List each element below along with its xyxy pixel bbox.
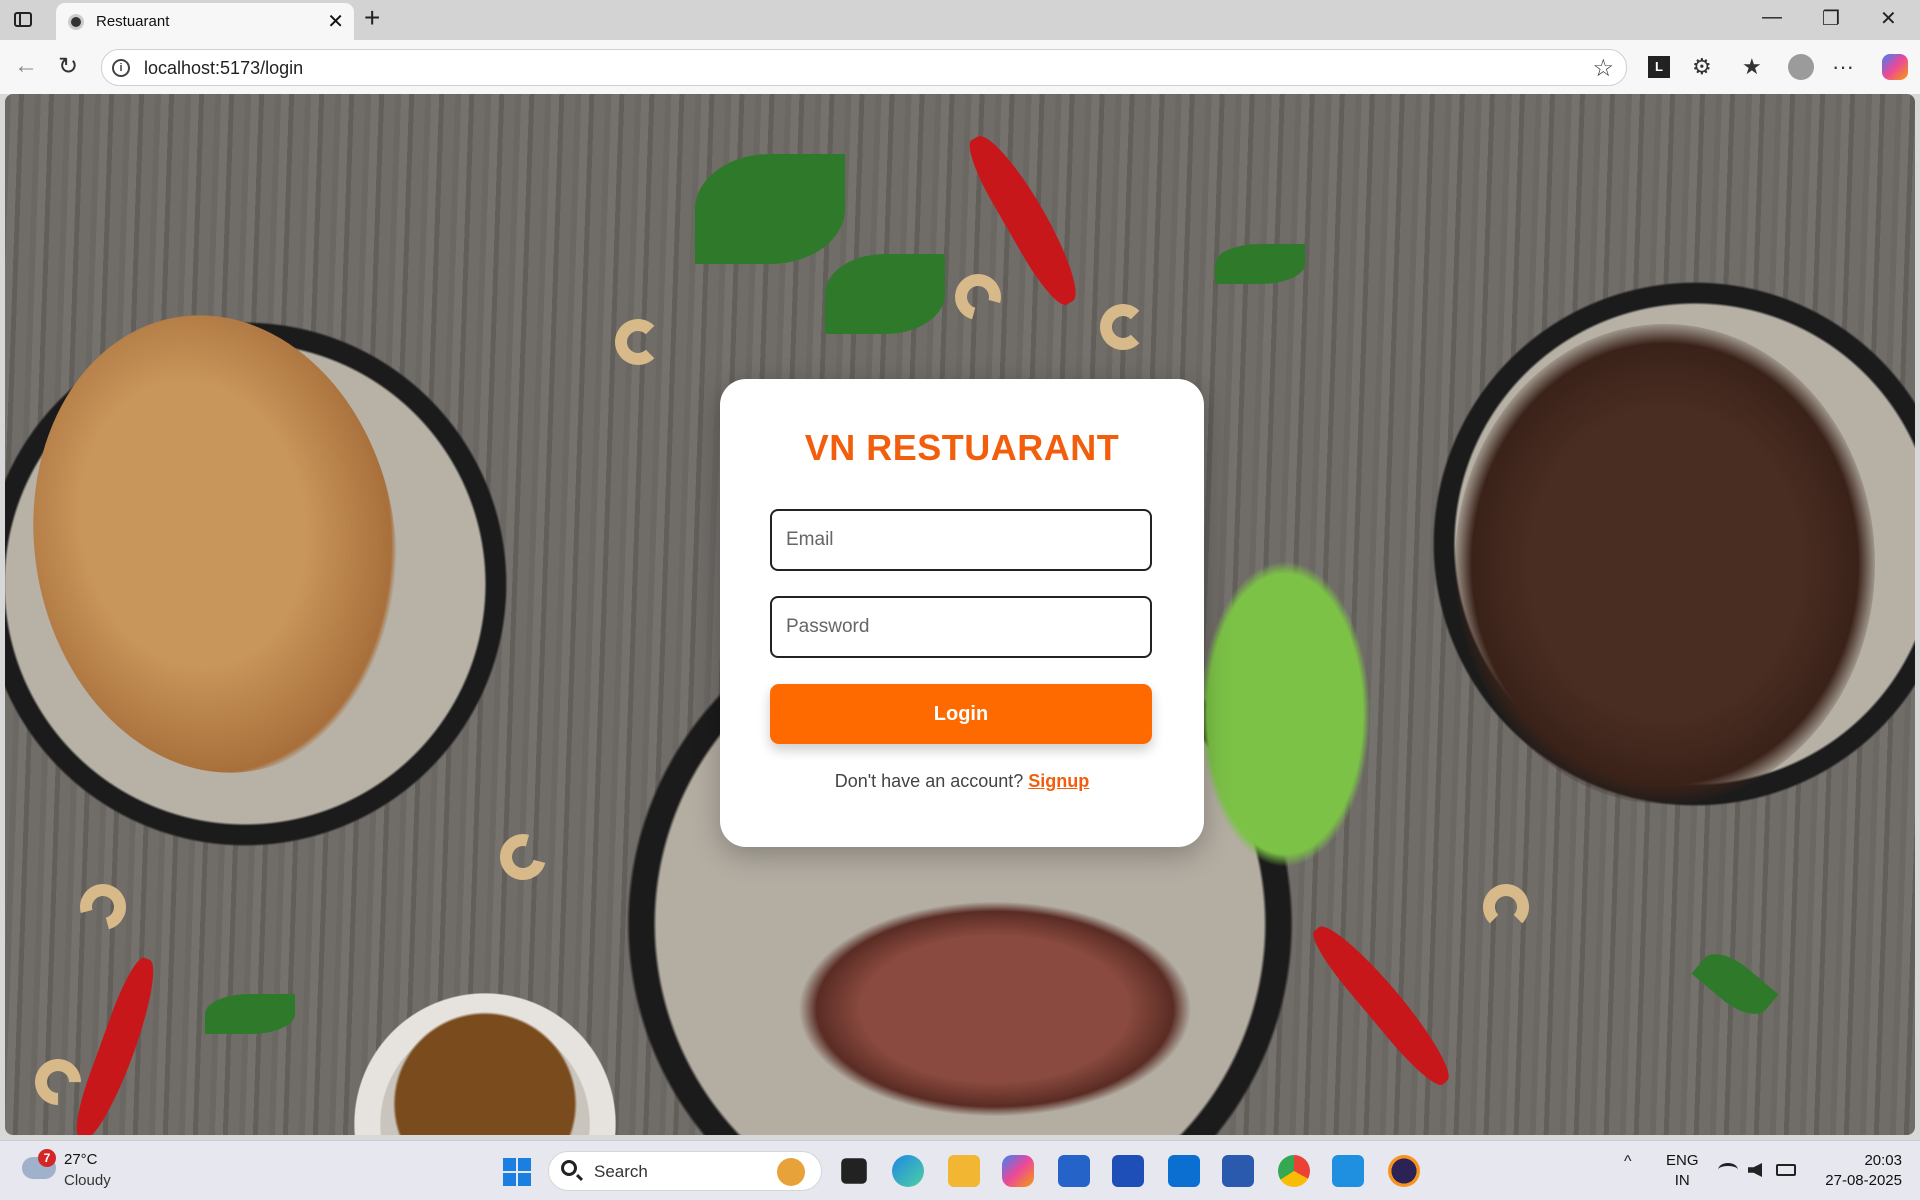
- cashew-nut: [71, 875, 135, 939]
- taskbar: 7 27°C Cloudy Search ^ ENG IN 20:03 27-0…: [0, 1140, 1920, 1200]
- grilled-beef-dish: [1455, 324, 1875, 804]
- favorite-star-icon[interactable]: ☆: [1592, 54, 1614, 83]
- search-label: Search: [594, 1162, 648, 1181]
- address-bar[interactable]: i localhost:5173/login ☆: [101, 49, 1627, 86]
- new-tab-button[interactable]: +: [364, 2, 380, 34]
- back-icon[interactable]: ←: [14, 52, 38, 80]
- volume-icon[interactable]: [1748, 1163, 1762, 1177]
- signup-prompt-text: Don't have an account?: [834, 771, 1024, 791]
- tab-restaurant[interactable]: Restuarant ✕: [56, 3, 354, 40]
- copilot-icon[interactable]: [1882, 54, 1908, 80]
- red-chili: [1304, 915, 1462, 1093]
- file-explorer-icon[interactable]: [948, 1155, 980, 1187]
- restaurant-title: VN RESTUARANT: [804, 427, 1120, 468]
- wifi-icon[interactable]: [1718, 1163, 1738, 1177]
- search-icon: [561, 1160, 577, 1176]
- taskbar-search[interactable]: Search: [548, 1151, 822, 1191]
- outlook-icon[interactable]: [1168, 1155, 1200, 1187]
- fried-chicken-dish: [5, 286, 433, 802]
- eclipse-icon[interactable]: [1388, 1155, 1420, 1187]
- extensions-icon[interactable]: ⚙: [1692, 54, 1712, 80]
- cashew-nut: [946, 265, 1010, 329]
- site-info-icon[interactable]: i: [112, 59, 130, 77]
- tab-close-icon[interactable]: ✕: [327, 9, 344, 34]
- herb-leaves: [205, 994, 295, 1034]
- edge-icon[interactable]: [892, 1155, 924, 1187]
- microsoft-store-icon[interactable]: [1058, 1155, 1090, 1187]
- cashew-nut: [1483, 884, 1529, 930]
- windows-start-icon[interactable]: [503, 1158, 531, 1186]
- language-region: IN: [1674, 1172, 1690, 1189]
- sliced-steak-dish: [785, 894, 1205, 1124]
- browser-toolbar: ← ↻ i localhost:5173/login ☆ L ⚙ ★ ···: [0, 40, 1920, 94]
- tab-actions-icon[interactable]: [12, 9, 36, 31]
- password-field[interactable]: [770, 596, 1152, 658]
- clock-time: 20:03: [1864, 1152, 1902, 1169]
- language-indicator[interactable]: ENG IN: [1666, 1151, 1699, 1191]
- minimize-button[interactable]: —: [1762, 6, 1782, 29]
- login-button[interactable]: Login: [770, 684, 1152, 744]
- system-clock[interactable]: 20:03 27-08-2025: [1818, 1151, 1902, 1191]
- copilot-app-icon[interactable]: [1002, 1155, 1034, 1187]
- tab-strip: Restuarant ✕ + — ❐ ✕: [0, 0, 1920, 40]
- word-icon[interactable]: [1222, 1155, 1254, 1187]
- clock-date: 27-08-2025: [1825, 1172, 1902, 1189]
- chrome-icon[interactable]: [1278, 1155, 1310, 1187]
- tab-favicon-icon: [68, 14, 84, 30]
- signup-prompt-row: Don't have an account? Signup: [720, 771, 1204, 792]
- herb-leaves: [695, 154, 845, 264]
- weather-temperature[interactable]: 27°C: [64, 1151, 98, 1168]
- tray-chevron-icon[interactable]: ^: [1624, 1153, 1632, 1171]
- weather-condition[interactable]: Cloudy: [64, 1172, 111, 1189]
- profile-avatar[interactable]: [1788, 54, 1814, 80]
- lettuce-leaves: [1185, 534, 1385, 894]
- cashew-nut: [491, 825, 555, 889]
- url-text[interactable]: localhost:5173/login: [144, 58, 303, 79]
- sauce-bowl: [380, 999, 590, 1135]
- login-card: VN RESTUARANT Login Don't have an accoun…: [720, 379, 1204, 847]
- herb-leaves: [825, 254, 945, 334]
- vs-code-icon[interactable]: [1332, 1155, 1364, 1187]
- task-view-icon[interactable]: [841, 1158, 867, 1184]
- reload-icon[interactable]: ↻: [58, 52, 78, 81]
- close-window-button[interactable]: ✕: [1880, 6, 1897, 31]
- page-viewport: VN RESTUARANT Login Don't have an accoun…: [5, 94, 1915, 1135]
- weather-badge: 7: [38, 1149, 56, 1167]
- red-chili: [68, 953, 166, 1135]
- more-options-icon[interactable]: ···: [1832, 54, 1854, 80]
- herb-leaves: [1691, 942, 1779, 1026]
- extension-l-icon[interactable]: L: [1648, 56, 1670, 78]
- signup-link[interactable]: Signup: [1028, 771, 1089, 791]
- cashew-nut: [1100, 304, 1146, 350]
- language-code: ENG: [1666, 1152, 1699, 1169]
- herb-leaves: [1215, 244, 1305, 284]
- app-icon[interactable]: [1112, 1155, 1144, 1187]
- restore-button[interactable]: ❐: [1822, 6, 1840, 31]
- battery-icon[interactable]: [1776, 1164, 1796, 1176]
- email-field[interactable]: [770, 509, 1152, 571]
- search-highlight-icon: [777, 1158, 805, 1186]
- tab-title: Restuarant: [96, 13, 170, 30]
- cashew-nut: [615, 319, 661, 365]
- favorites-icon[interactable]: ★: [1742, 54, 1762, 80]
